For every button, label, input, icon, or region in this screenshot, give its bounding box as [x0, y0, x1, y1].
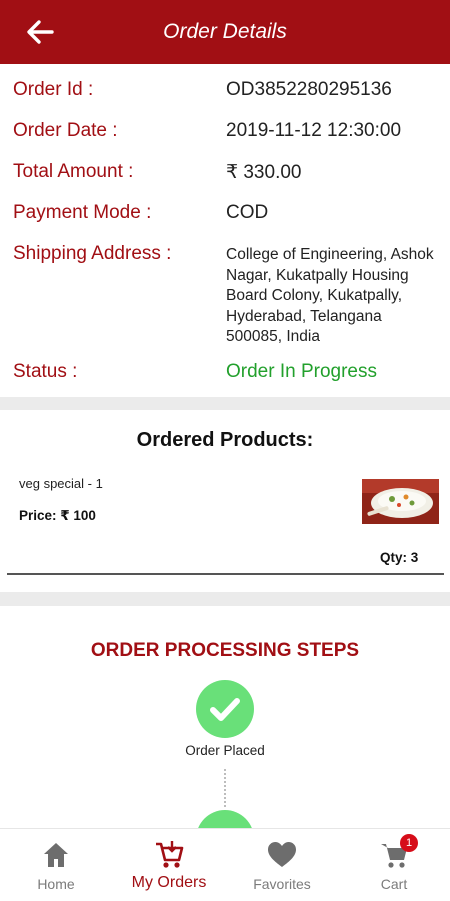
step-connector — [224, 769, 226, 807]
payment-mode-value: COD — [226, 202, 269, 223]
product-divider — [7, 573, 444, 575]
product-image — [362, 479, 439, 524]
total-amount-label: Total Amount : — [13, 161, 134, 182]
ordered-products-section: Ordered Products: veg special - 1 Price:… — [0, 410, 450, 592]
order-id-label: Order Id : — [13, 79, 94, 100]
shipping-address-value: College of Engineering, Ashok Nagar, Kuk… — [226, 246, 434, 345]
product-price: Price: ₹ 100 — [19, 508, 96, 523]
nav-home[interactable]: Home — [0, 829, 112, 901]
nav-favorites-label: Favorites — [253, 876, 311, 892]
shipping-address-label: Shipping Address : — [13, 243, 172, 264]
product-quantity: Qty: 3 — [380, 550, 419, 565]
bottom-navigation: Home My Orders Favorites Cart 1 — [0, 828, 450, 901]
step-complete-icon — [196, 810, 254, 828]
steps-heading: ORDER PROCESSING STEPS — [90, 640, 360, 661]
order-id-value: OD3852280295136 — [226, 79, 392, 100]
section-divider — [0, 397, 450, 410]
status-label: Status : — [13, 361, 78, 382]
order-date-label: Order Date : — [13, 120, 118, 141]
nav-favorites[interactable]: Favorites — [226, 829, 338, 901]
cart-badge: 1 — [400, 834, 418, 852]
nav-cart[interactable]: Cart — [338, 829, 450, 901]
nav-my-orders-label: My Orders — [131, 874, 207, 891]
status-value: Order In Progress — [226, 361, 377, 382]
payment-mode-label: Payment Mode : — [13, 202, 152, 223]
order-date-value: 2019-11-12 12:30:00 — [226, 120, 402, 141]
order-details-section: Order Id : OD3852280295136 Order Date : … — [0, 64, 450, 397]
orders-cart-icon — [154, 840, 184, 870]
app-bar: Order Details — [0, 0, 450, 64]
heart-icon — [267, 840, 297, 870]
section-divider — [0, 592, 450, 606]
products-heading: Ordered Products: — [136, 429, 314, 451]
order-processing-steps: ORDER PROCESSING STEPS Order Placed — [0, 606, 450, 828]
total-amount-value: ₹ 330.00 — [226, 162, 302, 183]
step-complete-icon — [196, 680, 254, 738]
product-name: veg special - 1 — [19, 476, 103, 491]
nav-my-orders[interactable]: My Orders — [113, 829, 225, 901]
nav-home-label: Home — [37, 876, 75, 892]
page-title: Order Details — [163, 20, 287, 43]
nav-cart-label: Cart — [380, 876, 408, 892]
home-icon — [41, 840, 71, 870]
step-label: Order Placed — [185, 743, 265, 758]
